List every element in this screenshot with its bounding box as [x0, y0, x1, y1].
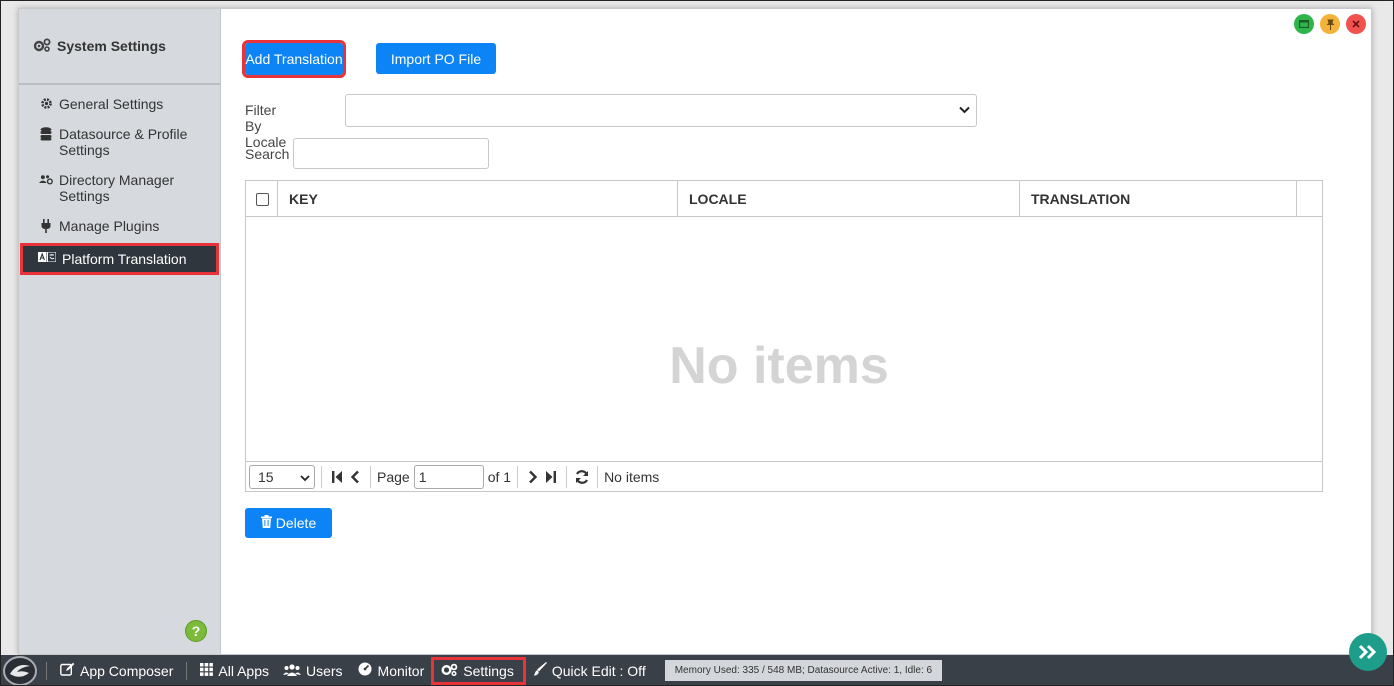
pager-status: No items	[604, 468, 660, 485]
chevron-down-icon	[959, 103, 970, 117]
gears-icon	[441, 663, 458, 679]
taskbar-app-composer[interactable]: App Composer	[53, 657, 180, 685]
sidebar-item-label: Platform Translation	[62, 251, 187, 267]
pager-divider	[321, 465, 322, 488]
refresh-icon[interactable]	[573, 467, 591, 487]
page-label: Page	[377, 468, 410, 485]
translation-table: KEY LOCALE TRANSLATION No items 15 Page …	[245, 180, 1323, 492]
taskbar-monitor[interactable]: Monitor	[350, 657, 432, 685]
pager-divider	[566, 465, 568, 488]
bottom-taskbar: App Composer All Apps Users Monitor Sett…	[0, 655, 1394, 686]
table-pager: 15 Page 1 of 1 No items	[246, 461, 1322, 491]
system-settings-dialog: System Settings General Settings Datasou…	[18, 8, 1372, 655]
filter-locale-label: Filter By Locale	[245, 102, 287, 150]
column-header-locale[interactable]: LOCALE	[678, 181, 1020, 217]
dashboard-icon	[357, 662, 373, 679]
last-page-icon[interactable]	[542, 467, 560, 487]
sidebar-item-directory-manager[interactable]: Directory Manager Settings	[19, 167, 220, 209]
taskbar-all-apps[interactable]: All Apps	[193, 657, 276, 685]
trash-icon	[260, 515, 272, 531]
sidebar-item-label: Datasource & Profile Settings	[59, 126, 188, 158]
sidebar-item-label: Manage Plugins	[59, 218, 160, 234]
taskbar-label: Users	[305, 662, 343, 679]
gears-icon	[33, 38, 51, 55]
taskbar-label: All Apps	[218, 662, 269, 679]
taskbar-divider	[186, 661, 188, 680]
database-icon	[39, 126, 53, 141]
taskbar-label: App Composer	[80, 662, 174, 679]
taskbar-settings[interactable]: Settings	[431, 656, 526, 685]
settings-sidebar: System Settings General Settings Datasou…	[19, 9, 221, 654]
sidebar-item-manage-plugins[interactable]: Manage Plugins	[19, 213, 220, 239]
header-checkbox-cell	[246, 181, 278, 217]
pager-divider	[370, 465, 371, 488]
add-translation-button[interactable]: Add Translation	[242, 40, 346, 78]
sidebar-item-label: Directory Manager Settings	[59, 172, 175, 204]
page-size-value: 15	[258, 468, 274, 485]
sidebar-list: General Settings Datasource & Profile Se…	[19, 85, 220, 275]
pin-icon[interactable]	[1320, 14, 1340, 34]
page-number-value: 1	[418, 468, 427, 485]
column-header-key[interactable]: KEY	[278, 181, 678, 217]
delete-button[interactable]: Delete	[245, 508, 332, 538]
plug-icon	[39, 218, 53, 233]
table-header: KEY LOCALE TRANSLATION	[246, 181, 1322, 217]
search-input[interactable]	[293, 138, 489, 169]
import-po-file-button[interactable]: Import PO File	[376, 43, 496, 74]
taskbar-users[interactable]: Users	[276, 657, 350, 685]
expand-panel-icon[interactable]	[1349, 633, 1387, 671]
memory-status: Memory Used: 335 / 548 MB; Datasource Ac…	[664, 660, 943, 681]
platform-logo-icon[interactable]	[0, 655, 40, 686]
brush-icon	[533, 662, 547, 679]
taskbar-quick-edit[interactable]: Quick Edit : Off	[526, 657, 653, 685]
gear-icon	[39, 96, 53, 110]
page-size-select[interactable]: 15	[249, 464, 315, 489]
maximize-icon[interactable]	[1294, 14, 1314, 34]
taskbar-divider	[46, 661, 47, 680]
pager-divider	[597, 465, 599, 488]
sidebar-item-general-settings[interactable]: General Settings	[19, 91, 220, 117]
page-total-label: of 1	[487, 468, 512, 485]
edit-icon	[60, 662, 75, 679]
empty-state-text: No items	[669, 337, 889, 395]
previous-page-icon[interactable]	[346, 467, 364, 487]
sidebar-item-datasource-profile[interactable]: Datasource & Profile Settings	[19, 121, 220, 163]
next-page-icon[interactable]	[524, 467, 542, 487]
delete-label: Delete	[275, 515, 317, 531]
close-icon[interactable]	[1346, 14, 1366, 34]
users-icon	[282, 663, 301, 679]
chevron-down-icon	[300, 469, 310, 485]
grid-icon	[200, 662, 214, 679]
taskbar-label: Settings	[463, 662, 514, 679]
language-icon	[38, 251, 56, 262]
help-icon[interactable]: ?	[185, 620, 207, 642]
sidebar-item-platform-translation[interactable]: Platform Translation	[20, 243, 219, 275]
taskbar-label: Monitor	[377, 662, 425, 679]
page-number-input[interactable]: 1	[413, 464, 484, 489]
column-header-translation[interactable]: TRANSLATION	[1020, 181, 1297, 217]
search-label: Search	[245, 146, 290, 162]
first-page-icon[interactable]	[328, 467, 346, 487]
sidebar-title: System Settings	[57, 38, 166, 54]
select-all-checkbox[interactable]	[256, 192, 269, 206]
pager-divider	[517, 465, 519, 488]
sidebar-item-label: General Settings	[59, 96, 164, 112]
sidebar-header: System Settings	[19, 9, 220, 85]
filter-locale-select[interactable]	[345, 94, 977, 127]
users-cog-icon	[39, 172, 53, 186]
taskbar-label: Quick Edit : Off	[551, 662, 646, 679]
